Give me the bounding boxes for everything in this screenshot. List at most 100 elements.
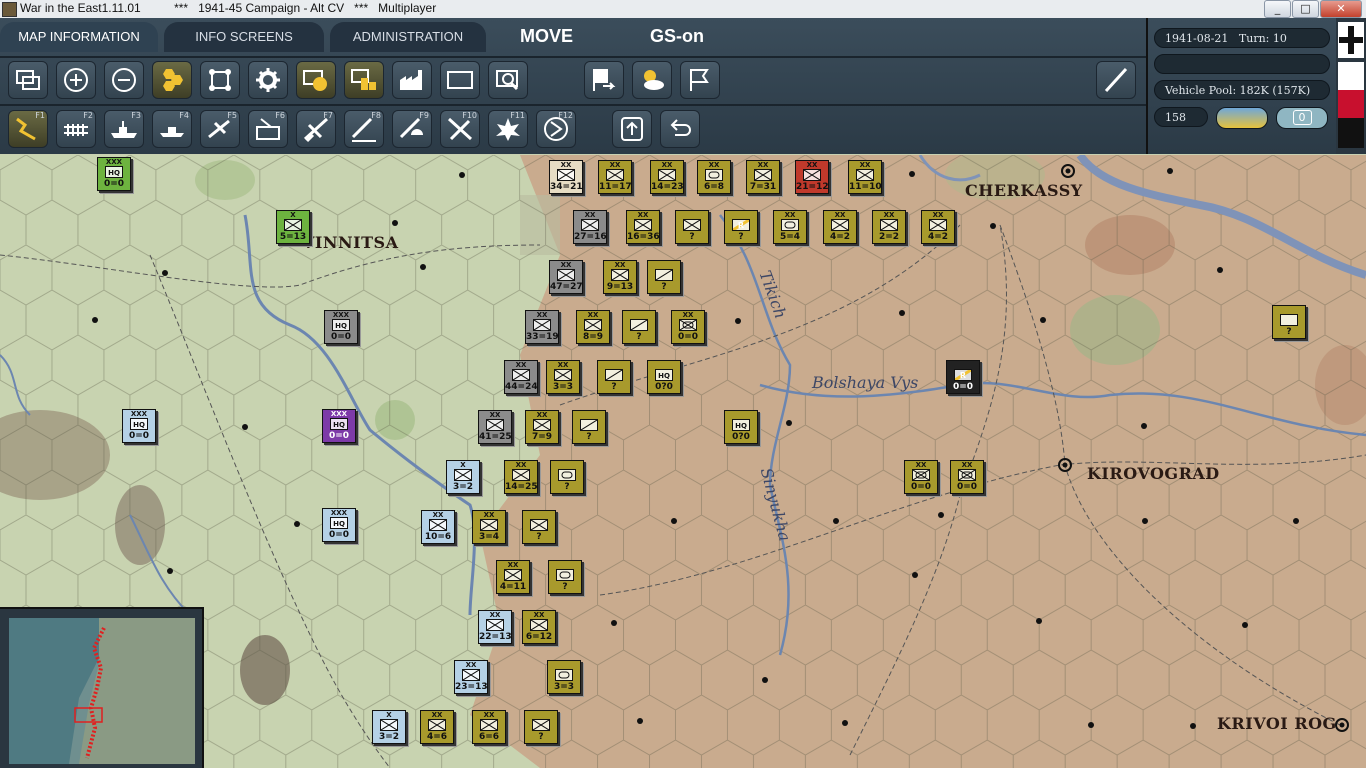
frame-button[interactable] (200, 61, 240, 99)
unit-counter[interactable]: XXX HQ 0=0 (322, 409, 356, 443)
hex-grid-button[interactable] (152, 61, 192, 99)
counter-toggle[interactable]: 0 (1276, 107, 1328, 129)
unit-counter[interactable]: XX 10=6 (421, 510, 455, 544)
bomber-toggle-button[interactable]: F7 (296, 110, 336, 148)
unit-counter[interactable]: XX 6=12 (522, 610, 556, 644)
unit-counter[interactable]: XX 5=4 (773, 210, 807, 244)
unit-counter[interactable]: ? (1272, 305, 1306, 339)
undo-button[interactable] (660, 110, 700, 148)
minimap-panel[interactable] (0, 607, 204, 768)
minimize-button[interactable]: _ (1264, 0, 1291, 18)
rail-toggle-button[interactable]: F2 (56, 110, 96, 148)
unit-counter[interactable]: XX 6=6 (472, 710, 506, 744)
unit-counter[interactable]: XX 22=13 (478, 610, 512, 644)
unit-counter[interactable]: XX 6=8 (697, 160, 731, 194)
weather-indicator[interactable] (1216, 107, 1268, 129)
unit-counter[interactable]: ? (597, 360, 631, 394)
stack-button[interactable] (344, 61, 384, 99)
flag-button[interactable] (680, 61, 720, 99)
unit-counter[interactable]: HQ 0?0 (647, 360, 681, 394)
overlay-button[interactable] (8, 61, 48, 99)
rectangle-button[interactable] (440, 61, 480, 99)
unit-counter[interactable]: 3=3 (547, 660, 581, 694)
unit-counter[interactable]: XX 0=0 (904, 460, 938, 494)
gs-toggle-button[interactable]: GS-on (650, 26, 704, 47)
unit-counter[interactable]: XXX HQ 0=0 (122, 409, 156, 443)
unit-counter[interactable]: XX 14=25 (504, 460, 538, 494)
unit-size-label: XX (661, 161, 673, 169)
unit-counter[interactable]: XX 4=11 (496, 560, 530, 594)
explosion-toggle-button[interactable]: F11 (488, 110, 528, 148)
settings-button[interactable] (248, 61, 288, 99)
interdiction-toggle-button[interactable]: F10 (440, 110, 480, 148)
recon-toggle-button[interactable]: F12 (536, 110, 576, 148)
minimap-view[interactable] (9, 618, 195, 764)
unit-counter[interactable]: XX 11=10 (848, 160, 882, 194)
unit-counter[interactable]: XX 11=17 (598, 160, 632, 194)
unit-counter[interactable]: ? (647, 260, 681, 294)
line-tool-button[interactable] (1096, 61, 1136, 99)
unit-counter[interactable]: XX 4=2 (921, 210, 955, 244)
move-mode-button[interactable]: MOVE (520, 26, 573, 47)
flag-arrow-button[interactable] (584, 61, 624, 99)
air-toggle-button[interactable]: F5 (200, 110, 240, 148)
unit-counter[interactable]: XX 3=3 (546, 360, 580, 394)
unit-counter[interactable]: XX 0=0 (671, 310, 705, 344)
app-icon (2, 2, 17, 17)
unit-counter[interactable]: XX 23=13 (454, 660, 488, 694)
tab-map-information[interactable]: MAP INFORMATION (0, 22, 158, 52)
hex-map[interactable]: VINNITSA CHERKASSY KIROVOGRAD KRIVOI ROG… (0, 155, 1366, 768)
unit-counter[interactable]: ? (522, 510, 556, 544)
unit-counter[interactable]: XX 8=9 (576, 310, 610, 344)
unit-counter[interactable]: XX 4=6 (420, 710, 454, 744)
unit-counter[interactable]: XXX HQ 0=0 (324, 310, 358, 344)
tab-administration[interactable]: ADMINISTRATION (330, 22, 486, 52)
unit-counter[interactable]: XX 4=2 (823, 210, 857, 244)
unit-counter[interactable]: XX 16=36 (626, 210, 660, 244)
unit-counter[interactable]: ? (550, 460, 584, 494)
unit-counter[interactable]: XX 14=23 (650, 160, 684, 194)
unit-highlight-button[interactable] (296, 61, 336, 99)
unit-counter[interactable]: X 3=2 (372, 710, 406, 744)
road-toggle-button[interactable]: F1 (8, 110, 48, 148)
zoom-in-button[interactable] (56, 61, 96, 99)
unit-counter[interactable]: X 3=2 (446, 460, 480, 494)
naval-toggle-button[interactable]: F3 (104, 110, 144, 148)
unit-counter[interactable]: XX 41=25 (478, 410, 512, 444)
unit-counter[interactable]: XX 21=12 (795, 160, 829, 194)
upload-button[interactable] (612, 110, 652, 148)
unit-counter[interactable]: ? (572, 410, 606, 444)
unit-counter[interactable]: XXX HQ 0=0 (97, 157, 131, 191)
zoom-out-button[interactable] (104, 61, 144, 99)
weather-button[interactable] (632, 61, 672, 99)
unit-counter[interactable]: XX 27=16 (573, 210, 607, 244)
unit-counter[interactable]: XX 47=27 (549, 260, 583, 294)
inspect-button[interactable] (488, 61, 528, 99)
factory-button[interactable] (392, 61, 432, 99)
close-button[interactable]: ✕ (1320, 0, 1362, 18)
unit-counter[interactable]: XX 44=24 (504, 360, 538, 394)
unit-counter[interactable]: ? (524, 710, 558, 744)
unit-counter[interactable]: HQ 0?0 (724, 410, 758, 444)
unit-counter[interactable]: XX 33=19 (525, 310, 559, 344)
airbase-toggle-button[interactable]: F6 (248, 110, 288, 148)
paradrop-toggle-button[interactable]: F9 (392, 110, 432, 148)
unit-counter[interactable]: XX 9=13 (603, 260, 637, 294)
unit-counter[interactable]: ? (548, 560, 582, 594)
unit-counter[interactable]: X 5=13 (276, 210, 310, 244)
unit-counter[interactable]: XX 7=9 (525, 410, 559, 444)
unit-counter[interactable]: R 0=0 (946, 360, 980, 394)
tab-info-screens[interactable]: INFO SCREENS (164, 22, 324, 52)
unit-counter[interactable]: XX 3=4 (472, 510, 506, 544)
unit-counter[interactable]: ? (622, 310, 656, 344)
unit-counter[interactable]: XX 34=21 (549, 160, 583, 194)
air-attack-toggle-button[interactable]: F8 (344, 110, 384, 148)
maximize-button[interactable]: □ (1292, 0, 1319, 18)
unit-counter[interactable]: XXX HQ 0=0 (322, 508, 356, 542)
unit-counter[interactable]: R? (724, 210, 758, 244)
unit-counter[interactable]: XX 0=0 (950, 460, 984, 494)
transport-toggle-button[interactable]: F4 (152, 110, 192, 148)
unit-counter[interactable]: XX 7=31 (746, 160, 780, 194)
unit-counter[interactable]: XX 2=2 (872, 210, 906, 244)
unit-counter[interactable]: ? (675, 210, 709, 244)
